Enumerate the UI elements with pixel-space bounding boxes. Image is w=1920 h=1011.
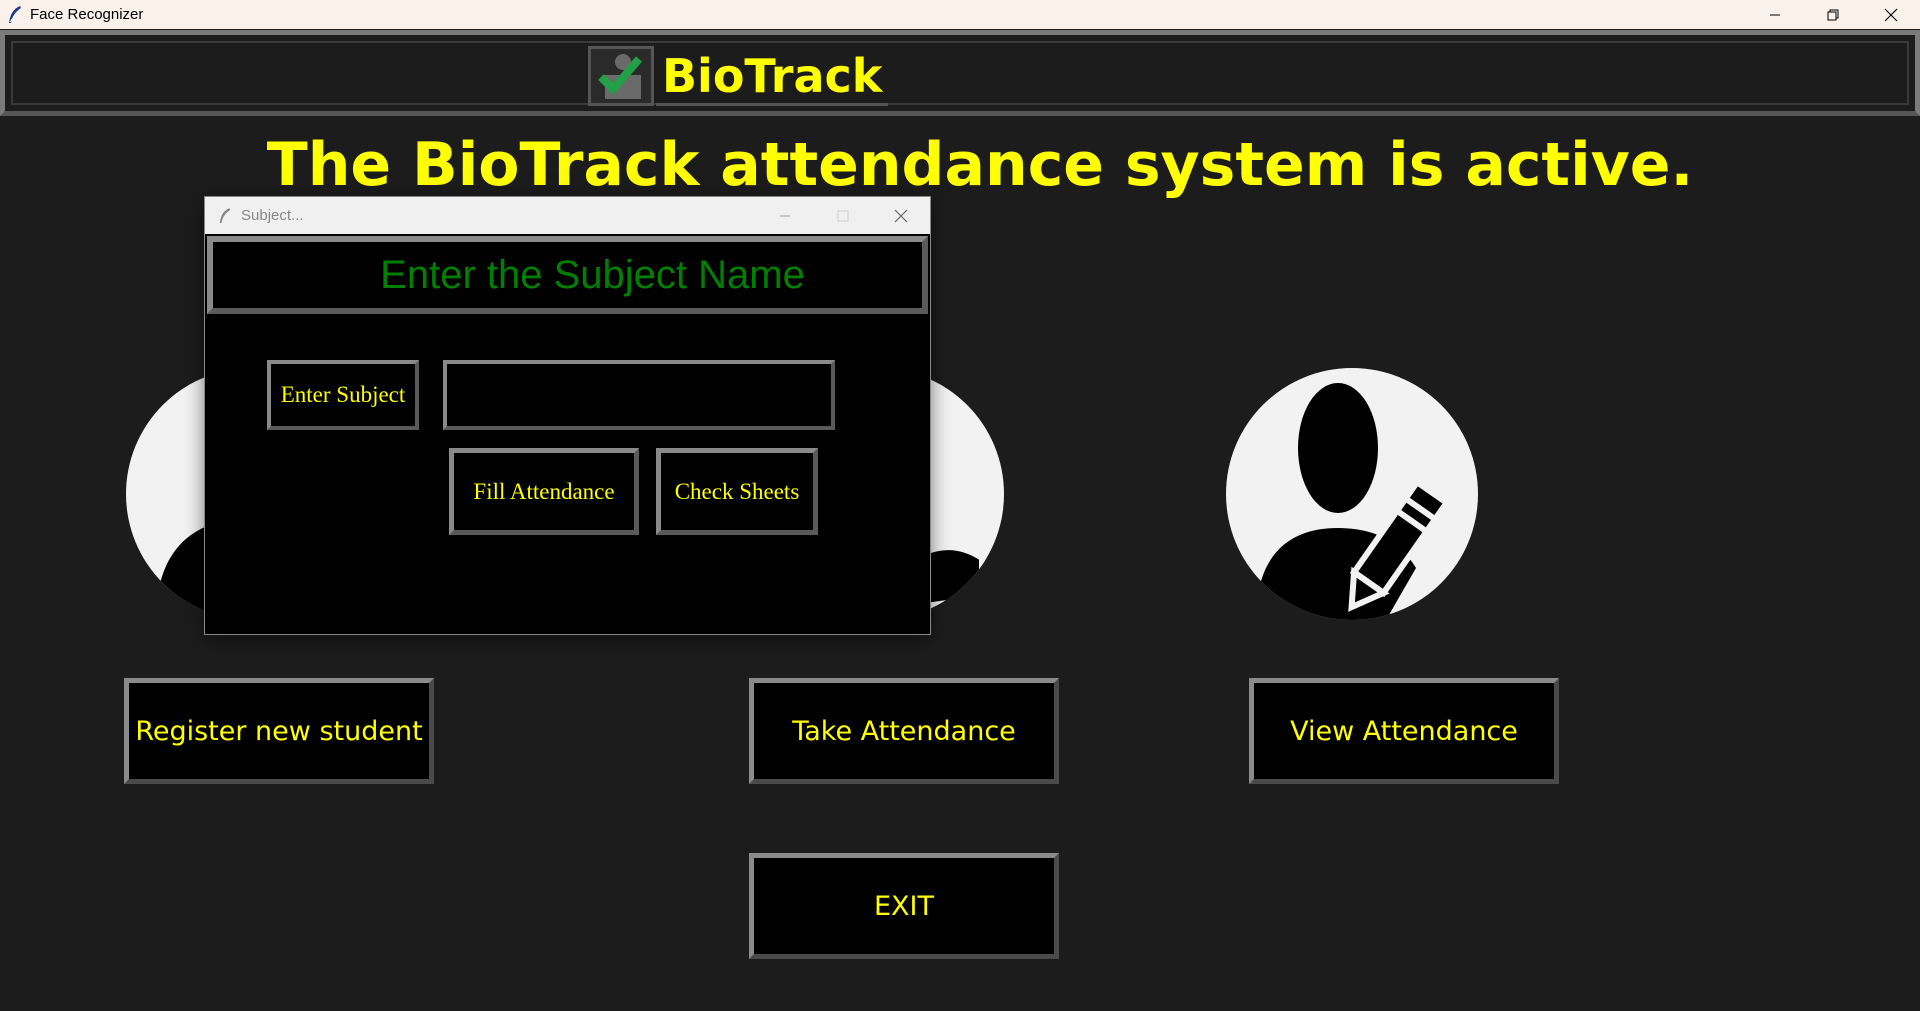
- dialog-minimize-button[interactable]: [756, 197, 814, 234]
- dialog-title: Subject...: [241, 207, 304, 224]
- dialog-titlebar: Subject...: [205, 197, 930, 234]
- minimize-icon: [780, 215, 790, 216]
- minimize-icon: [1770, 14, 1780, 15]
- restore-icon: [1827, 9, 1839, 20]
- exit-button[interactable]: EXIT: [749, 853, 1059, 959]
- close-icon: [1884, 8, 1898, 21]
- window-title: Face Recognizer: [30, 6, 144, 23]
- maximize-icon: [837, 210, 849, 221]
- view-attendance-button[interactable]: View Attendance: [1249, 678, 1559, 784]
- brand-title: BioTrack: [656, 46, 889, 106]
- window-titlebar: Face Recognizer: [0, 0, 1920, 29]
- register-student-button[interactable]: Register new student: [124, 678, 434, 784]
- close-icon: [894, 209, 908, 222]
- close-button[interactable]: [1862, 0, 1920, 29]
- subject-label: Enter Subject: [267, 360, 419, 430]
- restore-button[interactable]: [1804, 0, 1862, 29]
- minimize-button[interactable]: [1746, 0, 1804, 29]
- dialog-maximize-button: [814, 197, 872, 234]
- check-sheets-button[interactable]: Check Sheets: [656, 448, 818, 535]
- subject-input[interactable]: [443, 360, 835, 430]
- take-attendance-button[interactable]: Take Attendance: [749, 678, 1059, 784]
- dialog-close-button[interactable]: [872, 197, 930, 234]
- feather-icon: [213, 204, 237, 228]
- dialog-heading: Enter the Subject Name: [207, 236, 928, 314]
- checkmark-person-icon: [588, 46, 654, 106]
- status-headline: The BioTrack attendance system is active…: [266, 130, 1694, 200]
- subject-dialog: Subject... Enter the Subject Name Enter …: [204, 196, 931, 635]
- fill-attendance-button[interactable]: Fill Attendance: [449, 448, 639, 535]
- person-pencil-icon: [1226, 368, 1478, 620]
- header-bar: [0, 30, 1920, 116]
- feather-icon: [3, 3, 27, 27]
